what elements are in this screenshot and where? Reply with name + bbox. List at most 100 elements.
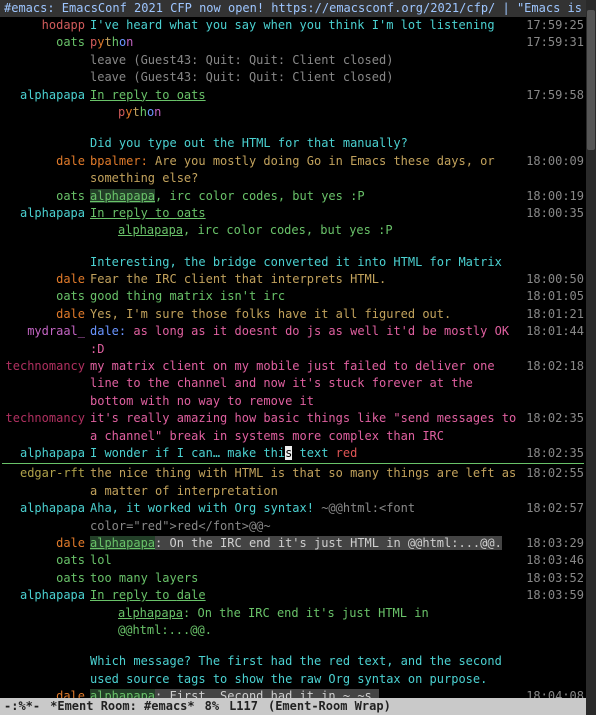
message-row: hodappI've heard what you say when you t…: [0, 17, 586, 34]
message-body: it's really amazing how basic things lik…: [90, 411, 516, 442]
rainbow-text: python: [90, 35, 133, 49]
timestamp: 18:02:35: [524, 410, 584, 427]
nick-label[interactable]: edgar-rft: [2, 465, 90, 482]
message-body-cell: leave (Guest43: Quit: Quit: Client close…: [90, 69, 524, 86]
blank-line: [0, 639, 586, 653]
quoted-message: alphapapa, irc color codes, but yes :P: [118, 222, 520, 239]
message-fragment: alphapapa: [90, 536, 155, 550]
message-row: mydraal_dale: as long as it doesnt do js…: [0, 323, 586, 358]
timestamp: 17:59:58: [524, 87, 584, 104]
timestamp: 18:01:44: [524, 323, 584, 340]
nick-label[interactable]: oats: [2, 188, 90, 205]
message-row: alphapapaAha, it worked with Org syntax!…: [0, 500, 586, 535]
message-row: alphapapaIn reply to oats python 17:59:58: [0, 87, 586, 122]
message-body-cell: In reply to oats python: [90, 87, 524, 122]
message-fragment: , irc color codes, but yes :P: [155, 189, 365, 203]
message-row: technomancyit's really amazing how basic…: [0, 410, 586, 445]
nick-label[interactable]: alphapapa: [2, 500, 90, 517]
message-fragment: : On the IRC end it's just HTML in @@htm…: [155, 536, 502, 550]
message-body: my matrix client on my mobile just faile…: [90, 359, 495, 408]
message-body-cell: leave (Guest43: Quit: Quit: Client close…: [90, 52, 524, 69]
message-row: Did you type out the HTML for that manua…: [0, 135, 586, 152]
message-body: too many layers: [90, 571, 198, 585]
message-body: lol: [90, 553, 112, 567]
nick-label[interactable]: dale: [2, 306, 90, 323]
message-row: alphapapaIn reply to oatsalphapapa, irc …: [0, 205, 586, 240]
scrollbar[interactable]: [586, 0, 596, 715]
reply-target[interactable]: dale: [177, 588, 206, 602]
message-row: dalealphapapa: On the IRC end it's just …: [0, 535, 586, 552]
scroll-percent: 8%: [205, 698, 219, 715]
nick-label[interactable]: dale: [2, 271, 90, 288]
message-row: oatspython17:59:31: [0, 34, 586, 51]
nick-label[interactable]: alphapapa: [2, 445, 90, 462]
nick-label[interactable]: dale: [2, 153, 90, 170]
reply-label[interactable]: In reply to: [90, 206, 177, 220]
timestamp: 18:02:57: [524, 500, 584, 517]
timestamp: 18:03:59: [524, 587, 584, 604]
message-body: Fear the IRC client that interprets HTML…: [90, 272, 386, 286]
nick-label[interactable]: mydraal_: [2, 323, 90, 340]
nick-label[interactable]: alphapapa: [2, 587, 90, 604]
timestamp: 18:03:52: [524, 570, 584, 587]
message-fragment: alphapapa: [118, 223, 183, 237]
message-row: dalebpalmer: Are you mostly doing Go in …: [0, 153, 586, 188]
message-row: technomancymy matrix client on my mobile…: [0, 358, 586, 410]
message-fragment: alphapapa: [90, 189, 155, 203]
message-body-cell: Yes, I'm sure those folks have it all fi…: [90, 306, 524, 323]
timestamp: 17:59:25: [524, 17, 584, 34]
timestamp: 18:01:21: [524, 306, 584, 323]
message-row: leave (Guest43: Quit: Quit: Client close…: [0, 69, 586, 86]
timestamp: 18:01:05: [524, 288, 584, 305]
timestamp: 18:02:35: [524, 445, 584, 462]
nick-label[interactable]: oats: [2, 288, 90, 305]
timestamp: 18:03:29: [524, 535, 584, 552]
message-row: daleYes, I'm sure those folks have it al…: [0, 306, 586, 323]
nick-label[interactable]: alphapapa: [2, 87, 90, 104]
quoted-message: python: [118, 104, 520, 121]
message-row: Interesting, the bridge converted it int…: [0, 254, 586, 271]
message-body: Interesting, the bridge converted it int…: [90, 255, 502, 269]
message-fragment: Aha, it worked with Org syntax!: [90, 501, 321, 515]
message-body-cell: python: [90, 34, 524, 51]
message-body-cell: the nice thing with HTML is that so many…: [90, 465, 524, 500]
message-body: Which message? The first had the red tex…: [90, 654, 502, 685]
reply-label[interactable]: In reply to: [90, 588, 177, 602]
reply-target[interactable]: oats: [177, 206, 206, 220]
message-fragment: , irc color codes, but yes :P: [183, 223, 393, 237]
message-body-cell: lol: [90, 552, 524, 569]
rainbow-text: python: [118, 105, 161, 119]
message-body-cell: good thing matrix isn't irc: [90, 288, 524, 305]
message-body-cell: Did you type out the HTML for that manua…: [90, 135, 524, 152]
message-body-cell: In reply to oats alphapapa, irc color cod…: [90, 205, 524, 240]
nick-label[interactable]: oats: [2, 570, 90, 587]
nick-label[interactable]: dale: [2, 535, 90, 552]
separator-line: [2, 463, 584, 464]
nick-label[interactable]: oats: [2, 552, 90, 569]
reply-target[interactable]: oats: [177, 88, 206, 102]
message-row: oatsalphapapa, irc color codes, but yes …: [0, 188, 586, 205]
message-body: Yes, I'm sure those folks have it all fi…: [90, 307, 451, 321]
timestamp: 18:02:18: [524, 358, 584, 375]
scrollbar-thumb[interactable]: [587, 10, 595, 150]
nick-label[interactable]: oats: [2, 34, 90, 51]
message-body-cell: alphapapa, irc color codes, but yes :P: [90, 188, 524, 205]
nick-label[interactable]: hodapp: [2, 17, 90, 34]
message-body-cell: my matrix client on my mobile just faile…: [90, 358, 524, 410]
message-fragment: alphapapa: [118, 606, 183, 620]
message-body-cell: alphapapa: On the IRC end it's just HTML…: [90, 535, 524, 552]
reply-label[interactable]: In reply to: [90, 88, 177, 102]
message-body-cell: Which message? The first had the red tex…: [90, 653, 524, 688]
blank-line: [0, 121, 586, 135]
timestamp: 18:00:09: [524, 153, 584, 170]
nick-label[interactable]: alphapapa: [2, 205, 90, 222]
message-body: good thing matrix isn't irc: [90, 289, 285, 303]
message-body-cell: it's really amazing how basic things lik…: [90, 410, 524, 445]
nick-label[interactable]: technomancy: [2, 410, 90, 427]
message-body-cell: dale: as long as it doesnt do js as well…: [90, 323, 524, 358]
message-row: alphapapaIn reply to dalealphapapa: On t…: [0, 587, 586, 639]
nick-label[interactable]: technomancy: [2, 358, 90, 375]
mode-flags: -:%*-: [4, 698, 40, 715]
message-row: oatslol18:03:46: [0, 552, 586, 569]
message-list: hodappI've heard what you say when you t…: [0, 17, 586, 705]
